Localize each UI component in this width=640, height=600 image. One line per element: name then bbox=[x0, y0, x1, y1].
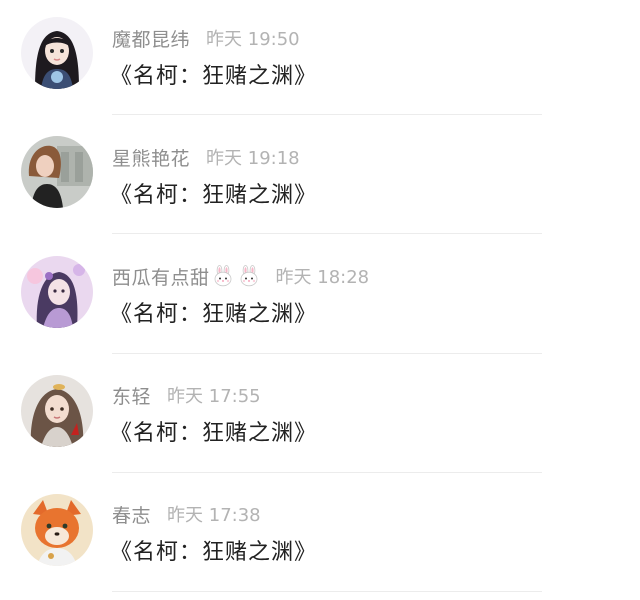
avatar-image bbox=[21, 256, 93, 328]
avatar[interactable] bbox=[21, 375, 93, 447]
comment-text: 《名柯：狂赌之渊》 bbox=[110, 421, 318, 446]
comment-item: 星熊艳花 昨天 19:18 《名柯：狂赌之渊》 bbox=[0, 119, 640, 238]
comment-meta: 西瓜有点甜 昨天 18:28 bbox=[112, 263, 369, 289]
avatar[interactable] bbox=[21, 17, 93, 89]
avatar[interactable] bbox=[21, 256, 93, 328]
comment-text: 《名柯：狂赌之渊》 bbox=[110, 183, 318, 208]
comment-text: 《名柯：狂赌之渊》 bbox=[110, 64, 318, 89]
timestamp: 昨天 17:38 bbox=[167, 505, 261, 526]
rabbit-face-icon bbox=[214, 265, 231, 287]
comment-text: 《名柯：狂赌之渊》 bbox=[110, 302, 318, 327]
divider bbox=[112, 114, 542, 115]
avatar[interactable] bbox=[21, 136, 93, 208]
comment-text: 《名柯：狂赌之渊》 bbox=[110, 540, 318, 565]
comment-meta: 魔都昆纬 昨天 19:50 bbox=[112, 25, 300, 51]
divider bbox=[112, 353, 542, 354]
timestamp: 昨天 19:18 bbox=[206, 148, 300, 169]
avatar-image bbox=[21, 136, 93, 208]
comment-meta: 星熊艳花 昨天 19:18 bbox=[112, 144, 300, 170]
avatar-image bbox=[21, 494, 93, 566]
timestamp: 昨天 19:50 bbox=[206, 29, 300, 50]
username[interactable]: 星熊艳花 bbox=[112, 144, 190, 171]
avatar-image bbox=[21, 375, 93, 447]
comment-list: 魔都昆纬 昨天 19:50 《名柯：狂赌之渊》 星熊艳花 昨天 19:18 《名… bbox=[0, 0, 640, 600]
username[interactable]: 魔都昆纬 bbox=[112, 25, 190, 52]
comment-item: 西瓜有点甜 昨天 18:28 《名柯：狂赌之渊》 bbox=[0, 238, 640, 357]
comment-meta: 东轻 昨天 17:55 bbox=[112, 382, 261, 408]
username[interactable]: 春志 bbox=[112, 501, 151, 528]
comment-item: 魔都昆纬 昨天 19:50 《名柯：狂赌之渊》 bbox=[0, 0, 640, 119]
username[interactable]: 东轻 bbox=[112, 382, 151, 409]
comment-item: 春志 昨天 17:38 《名柯：狂赌之渊》 bbox=[0, 476, 640, 595]
divider bbox=[112, 591, 542, 592]
comment-item: 东轻 昨天 17:55 《名柯：狂赌之渊》 bbox=[0, 357, 640, 476]
rabbit-face-icon bbox=[240, 265, 257, 287]
divider bbox=[112, 472, 542, 473]
avatar[interactable] bbox=[21, 494, 93, 566]
timestamp: 昨天 18:28 bbox=[275, 267, 370, 288]
divider bbox=[112, 233, 542, 234]
timestamp: 昨天 17:55 bbox=[167, 386, 261, 407]
comment-meta: 春志 昨天 17:38 bbox=[112, 501, 261, 527]
avatar-image bbox=[21, 17, 93, 89]
username[interactable]: 西瓜有点甜 bbox=[112, 263, 210, 290]
